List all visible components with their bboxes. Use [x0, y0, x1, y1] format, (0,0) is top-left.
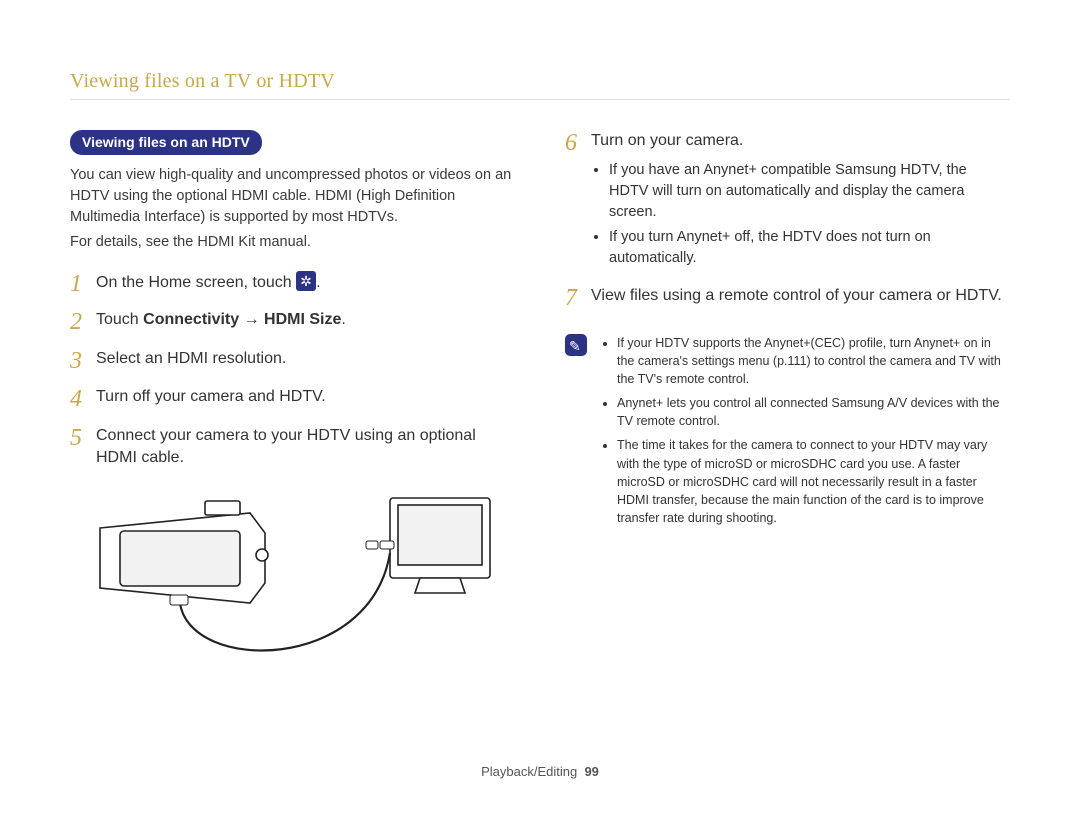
page-number: 99 — [584, 764, 598, 779]
note-icon — [565, 334, 587, 356]
step-1: 1 On the Home screen, touch . — [70, 271, 515, 297]
step-3: 3 Select an HDMI resolution. — [70, 348, 515, 374]
step-number: 2 — [70, 309, 96, 335]
step-text: Select an HDMI resolution. — [96, 348, 286, 370]
step-text-tail: . — [316, 274, 320, 291]
camera-to-tv-diagram — [70, 483, 515, 683]
connection-illustration — [70, 483, 500, 683]
steps-list-left: 1 On the Home screen, touch . 2 Touch Co… — [70, 271, 515, 469]
step-4: 4 Turn off your camera and HDTV. — [70, 386, 515, 412]
note-item: If your HDTV supports the Anynet+(CEC) p… — [617, 334, 1010, 388]
step-number: 4 — [70, 386, 96, 412]
document-page: Viewing files on a TV or HDTV Viewing fi… — [0, 0, 1080, 683]
bullet-item: If you turn Anynet+ off, the HDTV does n… — [609, 227, 1010, 269]
two-column-layout: Viewing files on an HDTV You can view hi… — [70, 130, 1010, 683]
step-7: 7 View files using a remote control of y… — [565, 285, 1010, 311]
step-text: Touch — [96, 311, 143, 328]
step-6: 6 Turn on your camera. If you have an An… — [565, 130, 1010, 273]
step-number: 3 — [70, 348, 96, 374]
intro-paragraph-2: For details, see the HDMI Kit manual. — [70, 232, 515, 253]
note-callout: If your HDTV supports the Anynet+(CEC) p… — [565, 334, 1010, 533]
step-5: 5 Connect your camera to your HDTV using… — [70, 425, 515, 470]
section-heading-pill: Viewing files on an HDTV — [70, 130, 262, 155]
page-title: Viewing files on a TV or HDTV — [70, 70, 1010, 100]
step-6-bullets: If you have an Anynet+ compatible Samsun… — [609, 160, 1010, 269]
footer-section: Playback/Editing — [481, 764, 577, 779]
step-text: Turn on your camera. — [591, 132, 743, 149]
step-2: 2 Touch Connectivity → HDMI Size. — [70, 309, 515, 335]
step-text: Connect your camera to your HDTV using a… — [96, 425, 515, 470]
note-item: Anynet+ lets you control all connected S… — [617, 394, 1010, 430]
page-footer: Playback/Editing 99 — [0, 764, 1080, 779]
left-column: Viewing files on an HDTV You can view hi… — [70, 130, 515, 683]
step-number: 5 — [70, 425, 96, 451]
note-list: If your HDTV supports the Anynet+(CEC) p… — [601, 334, 1010, 533]
step-text-tail: . — [341, 311, 345, 328]
step-text: Turn off your camera and HDTV. — [96, 386, 326, 408]
step-number: 1 — [70, 271, 96, 297]
step-text: View files using a remote control of you… — [591, 285, 1002, 307]
note-item: The time it takes for the camera to conn… — [617, 436, 1010, 527]
step-text: On the Home screen, touch — [96, 274, 292, 291]
steps-list-right: 6 Turn on your camera. If you have an An… — [565, 130, 1010, 312]
right-column: 6 Turn on your camera. If you have an An… — [565, 130, 1010, 683]
step-number: 6 — [565, 130, 591, 156]
intro-paragraph-1: You can view high-quality and uncompress… — [70, 165, 515, 228]
step-bold-text: Connectivity → HDMI Size — [143, 311, 341, 328]
step-number: 7 — [565, 285, 591, 311]
bullet-item: If you have an Anynet+ compatible Samsun… — [609, 160, 1010, 223]
settings-icon — [296, 271, 316, 291]
